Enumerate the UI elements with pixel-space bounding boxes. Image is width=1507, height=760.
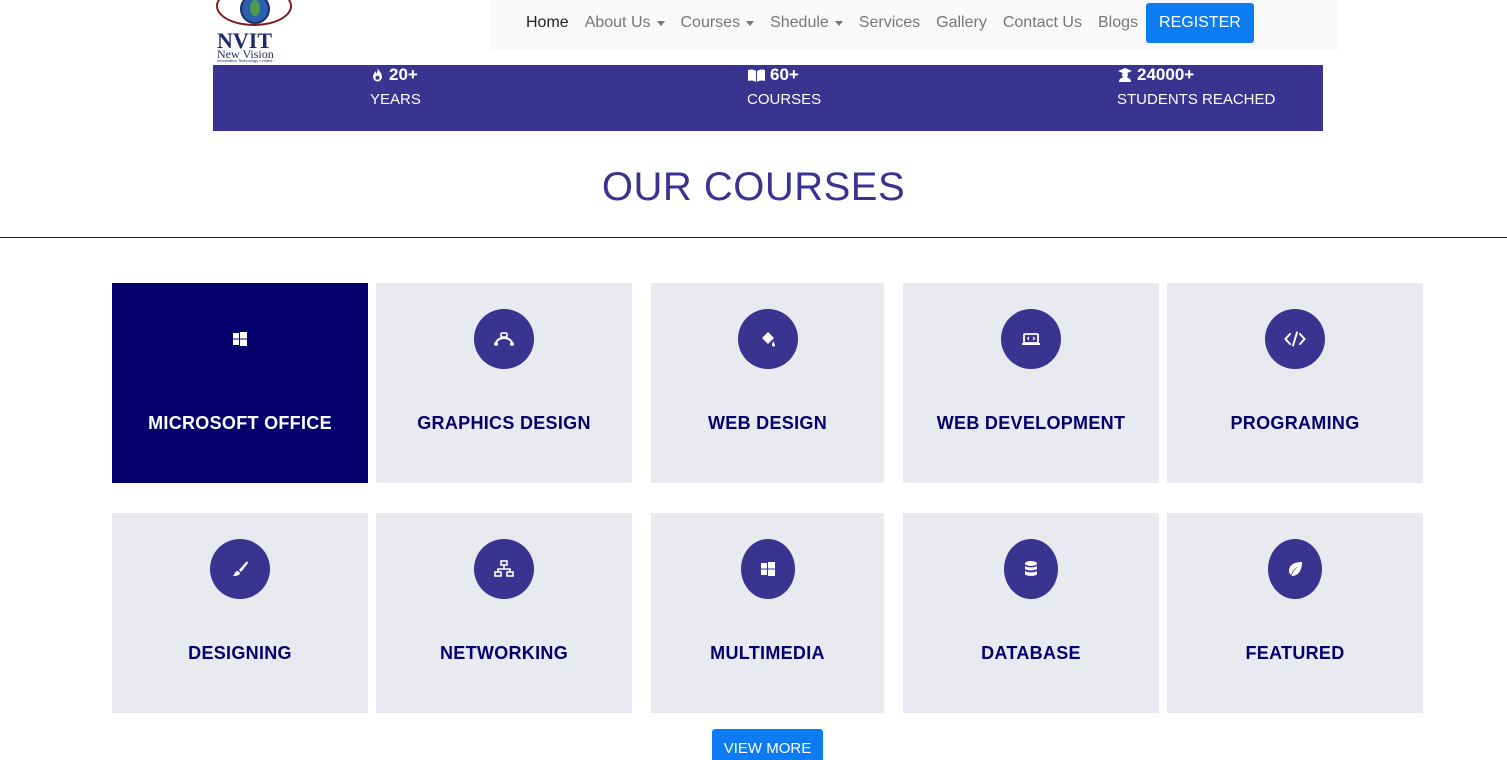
course-card-networking[interactable]: NETWORKING [376,513,632,713]
nav-item-label: Gallery [936,14,987,31]
nav-item-blogs[interactable]: Blogs [1090,14,1146,32]
course-icon-circle [1004,539,1058,599]
nvit-logo[interactable]: NVIT New Vision Information Technology L… [213,0,297,66]
nav-item-label: Courses [680,14,741,31]
course-icon-circle [210,309,270,369]
nav-item-contact-us[interactable]: Contact Us [995,14,1090,32]
course-card-database[interactable]: DATABASE [903,513,1159,713]
logo-tagline: Information Technology Limited [217,58,273,63]
nav-item-gallery[interactable]: Gallery [928,14,995,32]
fire-icon [373,68,382,82]
nav-item-label: Home [526,14,569,31]
course-icon-circle [210,539,270,599]
view-more-button[interactable]: VIEW MORE [712,729,823,760]
register-button[interactable]: REGISTER [1146,3,1254,43]
nav-item-shedule[interactable]: Shedule [762,14,851,32]
course-icon-circle [474,539,534,599]
nav-item-home[interactable]: Home [518,14,577,32]
graduate-icon [1118,68,1132,82]
course-card-programing[interactable]: PROGRAMING [1167,283,1423,483]
nav-item-label: Contact Us [1002,14,1082,31]
section-divider [0,237,1507,238]
course-title: MICROSOFT OFFICE [148,413,332,433]
network-icon [494,560,514,577]
nav-menu: Home About Us Courses Shedule Services G… [518,0,1254,46]
leaf-icon [1289,562,1302,576]
stat-label: YEARS [370,91,421,108]
windows-icon [233,332,247,346]
nav-item-label: Shedule [770,14,829,31]
caret-down-icon [834,20,843,26]
course-title: NETWORKING [440,643,568,663]
database-icon [1025,561,1037,576]
course-icon-circle [737,309,798,369]
book-icon [748,68,765,82]
nav-item-label: Blogs [1097,14,1139,31]
course-card-microsoft-office[interactable]: MICROSOFT OFFICE [112,283,368,483]
course-title: MULTIMEDIA [710,643,825,663]
course-card-featured[interactable]: FEATURED [1167,513,1423,713]
course-title: PROGRAMING [1230,413,1360,433]
course-title: FEATURED [1245,643,1345,663]
course-title: WEB DEVELOPMENT [936,413,1126,433]
stat-number: 20+ [389,65,418,84]
nav-item-services[interactable]: Services [851,14,928,32]
course-card-web-development[interactable]: WEB DEVELOPMENT [903,283,1159,483]
course-icon-circle [474,309,534,369]
laptop-code-icon [1022,333,1040,345]
nav-item-about-us[interactable]: About Us [577,14,673,32]
course-icon-circle [1268,539,1322,599]
stat-label: STUDENTS REACHED [1117,91,1276,108]
course-title: GRAPHICS DESIGN [417,413,591,433]
windows-icon [760,562,775,576]
course-card-graphics-design[interactable]: GRAPHICS DESIGN [376,283,632,483]
course-title: DESIGNING [188,643,292,663]
code-icon [1284,331,1306,347]
caret-down-icon [746,20,755,26]
section-title: OUR COURSES [601,165,906,209]
course-icon-circle [1001,309,1061,369]
course-icon-circle [740,539,795,599]
stat-number: 60+ [770,65,799,84]
bezier-curve-icon [494,332,514,346]
nav-item-courses[interactable]: Courses [673,14,763,32]
paint-bucket-icon [761,332,775,347]
navbar: Home About Us Courses Shedule Services G… [490,0,1338,50]
course-icon-circle [1265,309,1325,369]
stat-label: COURSES [747,91,822,108]
paint-brush-icon [233,561,248,576]
nav-item-label: About Us [584,14,651,31]
stat-number: 24000+ [1137,65,1195,84]
course-card-multimedia[interactable]: MULTIMEDIA [651,513,884,713]
nav-item-label: Services [858,14,921,31]
course-title: WEB DESIGN [707,413,827,433]
stat-value: 60+ [747,65,799,85]
page: NVIT New Vision Information Technology L… [0,0,1507,760]
course-card-web-design[interactable]: WEB DESIGN [651,283,884,483]
caret-down-icon [656,20,665,26]
course-title: DATABASE [981,643,1081,663]
course-card-designing[interactable]: DESIGNING [112,513,368,713]
stats-band: 20+ YEARS 60+ COURSES 24000+ STUDENTS RE… [213,65,1323,131]
stat-value: 24000+ [1117,65,1194,85]
stat-value: 20+ [370,65,418,85]
